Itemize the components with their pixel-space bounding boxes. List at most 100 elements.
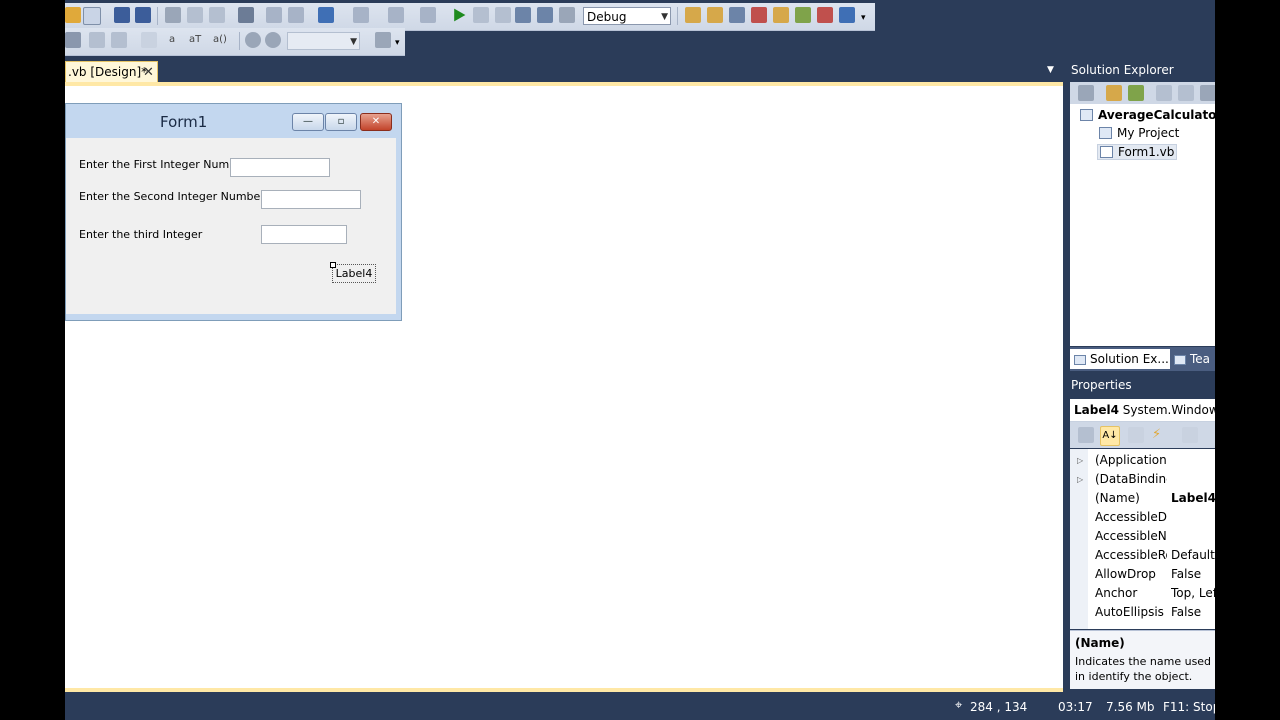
categorized-icon[interactable] [1078,427,1094,443]
format-icon[interactable] [141,32,157,48]
property-pages-icon[interactable] [1182,427,1198,443]
copy-icon[interactable] [187,7,203,23]
solution-explorer-toolbar [1070,82,1215,104]
comment-icon[interactable] [266,7,282,23]
command-window-icon[interactable] [839,7,855,23]
start-debugging-icon[interactable] [454,8,466,22]
cut-icon[interactable] [165,7,181,23]
property-name: AllowDrop [1095,567,1156,581]
label-first-integer[interactable]: Enter the First Integer Number [79,158,247,171]
property-row[interactable]: ▷ (DataBinding: [1070,470,1215,489]
textbox-second-integer[interactable] [261,190,361,209]
center-vertically-icon[interactable] [111,32,127,48]
textbox-first-integer[interactable] [230,158,330,177]
label4-control[interactable]: Label4 [332,264,376,283]
form-designer-surface[interactable]: Form1 — ▫ ✕ Enter the First Integer Numb… [65,82,1063,688]
save-all-icon[interactable] [135,7,151,23]
solution-explorer-icon[interactable] [707,7,723,23]
alphabetical-icon[interactable]: A↓ [1100,426,1120,446]
events-icon[interactable]: ⚡ [1152,427,1168,443]
properties-toolbar: A↓ ⚡ [1070,422,1215,448]
label-second-integer[interactable]: Enter the Second Integer Number [79,190,265,203]
open-file-icon[interactable] [65,7,81,23]
close-icon[interactable]: ✕ [143,62,154,83]
property-name: AccessibleRol [1095,548,1167,562]
pause-icon[interactable] [473,7,489,23]
zoom-out-icon[interactable] [265,32,281,48]
solution-configuration-value: Debug [587,10,627,24]
property-row[interactable]: AutoEllipsis False [1070,603,1215,622]
zoom-in-icon[interactable] [245,32,261,48]
font-size-icon[interactable]: a() [213,32,235,48]
solution-configuration-select[interactable]: Debug ▼ [583,7,671,25]
tree-item-my-project[interactable]: My Project [1099,126,1179,140]
active-files-dropdown-icon[interactable]: ▼ [1047,65,1054,75]
form-client-area[interactable]: Enter the First Integer Number Enter the… [66,138,396,314]
increase-font-icon[interactable]: aT [189,32,211,48]
tab-form1-design[interactable]: .vb [Design]* ✕ [65,61,158,82]
refresh-icon[interactable] [1128,85,1144,101]
center-horizontally-icon[interactable] [89,32,105,48]
align-icon[interactable] [65,32,81,48]
letterbox-right [1215,0,1280,720]
stop-icon[interactable] [495,7,511,23]
description-text: Indicates the name used in identify the … [1075,655,1212,683]
expand-icon[interactable]: ▷ [1077,470,1083,489]
textbox-third-integer[interactable] [261,225,347,244]
decrease-font-icon[interactable]: a [169,32,185,48]
find-in-files-icon[interactable] [685,7,701,23]
step-out-icon[interactable] [559,7,575,23]
property-name: (DataBinding: [1095,472,1167,486]
start-page-icon[interactable] [795,7,811,23]
step-into-icon[interactable] [515,7,531,23]
redo-icon[interactable] [353,7,369,23]
maximize-icon: ▫ [325,113,357,131]
tab-order-icon[interactable] [375,32,391,48]
label-third-integer[interactable]: Enter the third Integer [79,228,202,241]
recording-size: 7.56 Mb [1106,700,1155,714]
toolbar-overflow-icon[interactable]: ▾ [861,7,871,23]
property-row[interactable]: AccessibleDe [1070,508,1215,527]
toolbar-separator [157,7,158,25]
view-code-icon[interactable] [1156,85,1172,101]
find-icon[interactable] [238,7,254,23]
show-all-files-icon[interactable] [1078,85,1094,101]
view-designer-icon[interactable] [1178,85,1194,101]
navigate-forward-icon[interactable] [420,7,436,23]
toolbar-overflow-icon[interactable]: ▾ [395,32,403,48]
tree-item-form1[interactable]: Form1.vb [1097,144,1178,160]
tab-solution-explorer[interactable]: Solution Ex... [1070,349,1170,369]
properties-object-type: System.Windows.F [1122,403,1215,417]
properties-object-name: Label4 [1074,403,1119,417]
property-row[interactable]: AccessibleNa [1070,527,1215,546]
object-browser-icon[interactable] [751,7,767,23]
navigate-backward-icon[interactable] [388,7,404,23]
zoom-select[interactable]: ▼ [287,32,360,50]
extension-manager-icon[interactable] [817,7,833,23]
tab-team-explorer[interactable]: Tea [1174,349,1215,369]
property-row[interactable]: (Name) Label4 [1070,489,1215,508]
property-row[interactable]: AllowDrop False [1070,565,1215,584]
letterbox-left [0,0,65,720]
description-title: (Name) [1075,636,1125,650]
step-over-icon[interactable] [537,7,553,23]
add-item-icon[interactable] [83,7,101,25]
property-row[interactable]: AccessibleRol Default [1070,546,1215,565]
toolbox-icon[interactable] [773,7,789,23]
save-icon[interactable] [114,7,130,23]
properties-view-icon[interactable] [1128,427,1144,443]
property-row[interactable]: Anchor Top, Lef [1070,584,1215,603]
tree-item-project[interactable]: AverageCalculator [1080,108,1215,122]
uncomment-icon[interactable] [288,7,304,23]
properties-object-selector[interactable]: Label4 System.Windows.F [1070,399,1215,422]
properties-icon[interactable] [1106,85,1122,101]
property-value: Default [1171,548,1215,562]
class-diagram-icon[interactable] [1200,85,1215,101]
undo-icon[interactable] [318,7,334,23]
selection-handle[interactable] [330,262,336,268]
paste-icon[interactable] [209,7,225,23]
property-row[interactable]: ▷ (ApplicationS [1070,451,1215,470]
form1-window[interactable]: Form1 — ▫ ✕ Enter the First Integer Numb… [65,103,402,321]
properties-window-icon[interactable] [729,7,745,23]
expand-icon[interactable]: ▷ [1077,451,1083,470]
